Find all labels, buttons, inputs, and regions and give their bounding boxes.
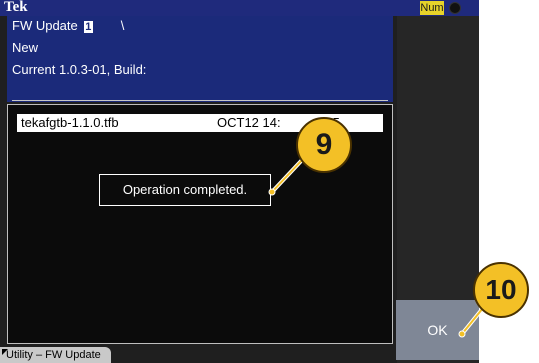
callout-9-badge: 9	[296, 117, 352, 173]
header-underline	[12, 100, 388, 101]
brand-logo: Tek	[4, 0, 28, 15]
num-lock-badge: Num	[420, 1, 444, 15]
title-bar: Tek Num	[0, 0, 479, 16]
cursor-indicator[interactable]: 1	[83, 20, 93, 33]
network-globe-icon	[450, 3, 460, 13]
status-tab: Utility – FW Update	[0, 347, 111, 363]
new-version-row: New	[12, 39, 38, 57]
status-message-box: Operation completed.	[99, 174, 271, 206]
current-version-label: Current 1.0.3-01, Build:	[12, 62, 147, 77]
title-row: FW Update 1 \	[12, 17, 124, 35]
path-separator: \	[120, 18, 125, 33]
page-title: FW Update	[12, 18, 78, 33]
current-version-row: Current 1.0.3-01, Build:	[12, 61, 146, 79]
callout-10-badge: 10	[473, 262, 529, 318]
ok-softkey[interactable]: OK	[396, 300, 479, 360]
fw-update-header-panel: FW Update 1 \ New Current 1.0.3-01, Build:	[7, 16, 393, 102]
file-name: tekafgtb-1.1.0.tfb	[21, 115, 119, 130]
new-version-label: New	[12, 40, 39, 55]
status-tab-notch	[2, 349, 8, 355]
